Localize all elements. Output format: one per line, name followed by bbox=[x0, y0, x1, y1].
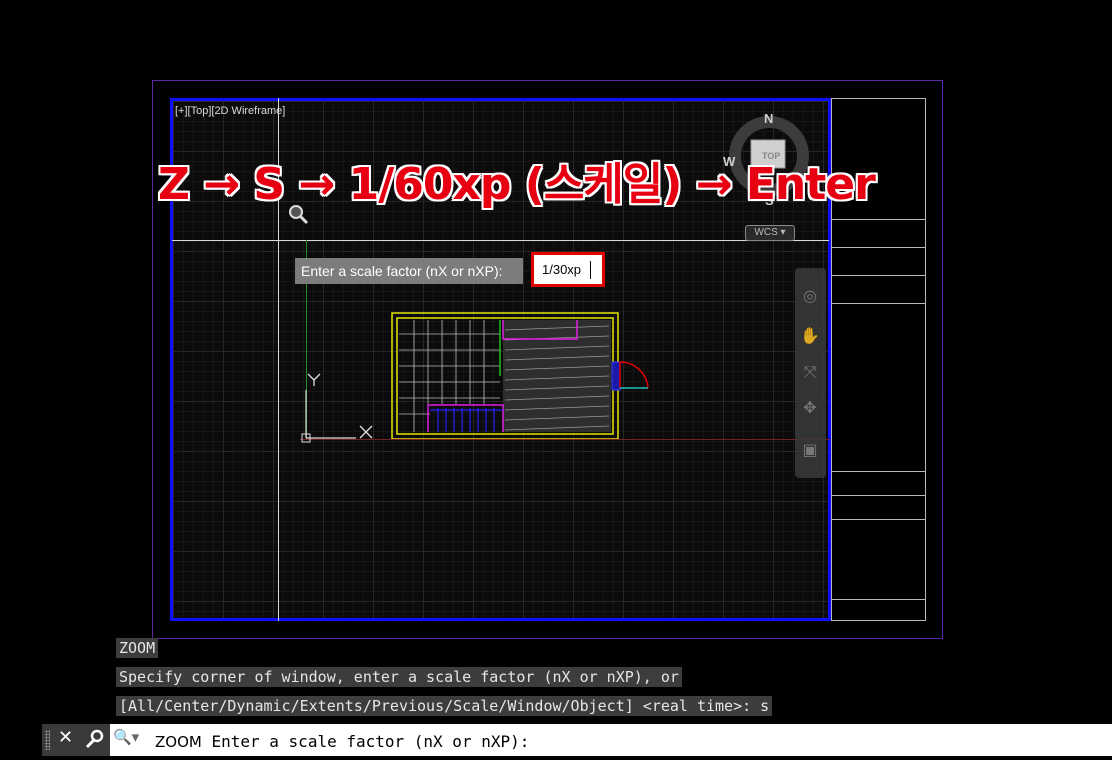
crosshair-horizontal bbox=[172, 240, 829, 241]
scale-factor-input[interactable]: 1/30xp bbox=[531, 252, 605, 287]
drag-grip-icon[interactable] bbox=[45, 730, 50, 750]
history-line: [All/Center/Dynamic/Extents/Previous/Sca… bbox=[116, 696, 773, 716]
text-caret bbox=[590, 261, 591, 279]
viewport-controls-label[interactable]: [+][Top][2D Wireframe] bbox=[175, 105, 285, 117]
navigation-bar[interactable]: ◎ ✋ ⤧ ✥ ▣ bbox=[795, 268, 826, 478]
wrench-icon[interactable] bbox=[84, 728, 104, 750]
recent-commands-icon[interactable]: 🔍▾ bbox=[113, 728, 147, 752]
active-command: ZOOM bbox=[155, 733, 202, 751]
wcs-label: WCS bbox=[754, 227, 778, 238]
ucs-icon: X X Y bbox=[300, 370, 380, 450]
command-prompt: Enter a scale factor (nX or nXP): bbox=[211, 732, 530, 751]
scale-factor-value: 1/30xp bbox=[542, 262, 582, 277]
dynamic-input-prompt: Enter a scale factor (nX or nXP): bbox=[295, 258, 523, 284]
zoom-extents-icon[interactable]: ⤧ bbox=[800, 362, 820, 382]
pan-icon[interactable]: ✋ bbox=[800, 326, 820, 346]
compass-north[interactable]: N bbox=[764, 111, 773, 126]
showmotion-icon[interactable]: ▣ bbox=[800, 440, 820, 460]
history-line: Specify corner of window, enter a scale … bbox=[116, 667, 682, 687]
steering-wheel-icon[interactable]: ◎ bbox=[800, 286, 820, 306]
tutorial-caption: Z → S → 1/60xp (스케일) → Enter bbox=[158, 159, 876, 210]
command-line-controls: ✕ bbox=[42, 724, 110, 756]
orbit-icon[interactable]: ✥ bbox=[800, 398, 820, 418]
history-line: ZOOM bbox=[116, 638, 159, 658]
wcs-menu[interactable]: WCS ▾ bbox=[745, 225, 795, 241]
zoom-cursor-icon bbox=[289, 205, 309, 225]
command-line-input[interactable]: ZOOM Enter a scale factor (nX or nXP): bbox=[155, 732, 529, 751]
close-icon[interactable]: ✕ bbox=[58, 727, 73, 748]
